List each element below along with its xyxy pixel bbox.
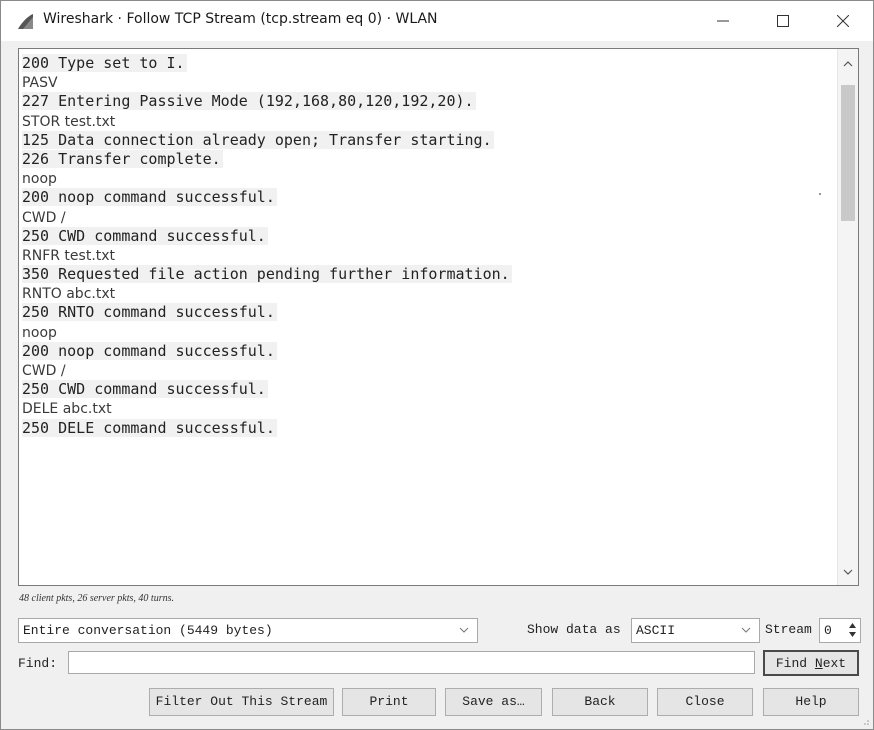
stream-number-spinbox[interactable]: 0	[819, 618, 861, 643]
stream-number-label: Stream	[765, 622, 812, 637]
stream-line-text: 200 noop command successful.	[22, 188, 277, 207]
print-button[interactable]: Print	[342, 688, 436, 716]
client-line: STOR test.txt	[22, 112, 834, 131]
stream-line-text: STOR test.txt	[22, 113, 116, 130]
window-title: Wireshark · Follow TCP Stream (tcp.strea…	[43, 11, 438, 27]
stream-line-text: 200 noop command successful.	[22, 341, 277, 360]
find-input[interactable]	[68, 651, 755, 674]
close-icon	[837, 15, 849, 27]
client-line: PASV	[22, 73, 834, 92]
encoding-select[interactable]: ASCII	[631, 618, 760, 643]
server-line: 250 CWD command successful.	[22, 226, 834, 246]
save-as-button[interactable]: Save as…	[445, 688, 542, 716]
stream-line-text: CWD /	[22, 209, 66, 226]
encoding-select-value: ASCII	[636, 623, 676, 638]
find-label: Find:	[18, 656, 58, 671]
stream-line-text: 125 Data connection already open; Transf…	[22, 130, 494, 149]
server-line: 226 Transfer complete.	[22, 149, 834, 169]
server-line: 250 DELE command successful.	[22, 418, 834, 438]
server-line: 350 Requested file action pending furthe…	[22, 265, 834, 284]
stream-text[interactable]: 200 Type set to I. PASV 227 Entering Passi…	[22, 54, 834, 580]
follow-tcp-stream-dialog: Wireshark · Follow TCP Stream (tcp.strea…	[0, 0, 874, 730]
stream-line-text: 200 Type set to I.	[22, 54, 187, 72]
stream-line-text: 226 Transfer complete.	[22, 149, 223, 168]
scroll-down-button[interactable]	[838, 563, 858, 581]
stream-line-text: RNFR test.txt	[22, 247, 116, 264]
server-line: 250 CWD command successful.	[22, 380, 834, 399]
back-button[interactable]: Back	[552, 688, 648, 716]
close-button[interactable]: Close	[657, 688, 753, 716]
client-line: DELE abc.txt	[22, 399, 834, 418]
stream-content-pane[interactable]: 200 Type set to I. PASV 227 Entering Passi…	[18, 48, 859, 586]
find-next-button[interactable]: Find Next	[763, 650, 859, 676]
stream-line-text: RNTO abc.txt	[22, 286, 116, 303]
title-bar[interactable]: Wireshark · Follow TCP Stream (tcp.strea…	[1, 1, 873, 41]
server-line: 200 noop command successful.	[22, 341, 834, 361]
server-line: 200 Type set to I.	[22, 54, 834, 73]
stream-line-text: 250 RNTO command successful.	[22, 303, 277, 322]
stream-line-text: 250 DELE command successful.	[22, 418, 277, 437]
conversation-select-value: Entire conversation (5449 bytes)	[23, 623, 273, 638]
resize-grip-icon[interactable]	[860, 716, 870, 726]
maximize-button[interactable]	[761, 6, 805, 36]
client-line: CWD /	[22, 361, 834, 380]
minimize-icon	[717, 20, 729, 22]
wireshark-fin-icon	[18, 14, 33, 29]
conversation-select[interactable]: Entire conversation (5449 bytes)	[18, 618, 478, 643]
stream-line-text: 250 CWD command successful.	[22, 226, 268, 245]
stream-line-text: PASV	[22, 75, 58, 92]
find-next-label-prefix: Find	[775, 656, 815, 671]
server-line: 227 Entering Passive Mode (192,168,80,12…	[22, 92, 834, 111]
stray-mark	[819, 193, 821, 195]
spin-arrows-icon[interactable]	[848, 621, 857, 639]
maximize-icon	[777, 15, 789, 27]
stream-line-text: 250 CWD command successful.	[22, 380, 268, 399]
stream-line-text: 227 Entering Passive Mode (192,168,80,12…	[22, 92, 476, 111]
stream-number-value: 0	[824, 623, 832, 638]
client-line: RNTO abc.txt	[22, 284, 834, 303]
close-window-button[interactable]	[821, 6, 865, 36]
server-line: 250 RNTO command successful.	[22, 303, 834, 322]
vertical-scrollbar[interactable]	[837, 49, 858, 585]
packet-stats: 48 client pkts, 26 server pkts, 40 turns…	[19, 593, 174, 604]
scrollbar-thumb[interactable]	[841, 85, 855, 221]
stream-line-text: noop	[22, 171, 57, 188]
client-line: RNFR test.txt	[22, 246, 834, 265]
minimize-button[interactable]	[701, 6, 745, 36]
stream-line-text: noop	[22, 324, 57, 341]
dropdown-caret-icon	[459, 627, 469, 633]
scroll-up-arrow-icon	[843, 61, 853, 67]
client-line: noop	[22, 169, 834, 188]
client-line: noop	[22, 323, 834, 342]
server-line: 125 Data connection already open; Transf…	[22, 130, 834, 150]
server-line: 200 noop command successful.	[22, 188, 834, 207]
stream-line-text: CWD /	[22, 363, 66, 379]
find-next-label-suffix: ext	[822, 656, 847, 671]
dropdown-caret-icon	[741, 627, 751, 633]
find-next-accelerator: N	[814, 656, 823, 671]
client-line: CWD /	[22, 208, 834, 227]
scroll-up-button[interactable]	[838, 55, 858, 73]
filter-out-stream-button[interactable]: Filter Out This Stream	[149, 688, 334, 716]
show-data-label: Show data as	[527, 622, 621, 637]
help-button[interactable]: Help	[763, 688, 859, 716]
scroll-down-arrow-icon	[843, 569, 853, 575]
stream-line-text: 350 Requested file action pending furthe…	[22, 265, 512, 284]
stream-line-text: DELE abc.txt	[22, 401, 112, 418]
